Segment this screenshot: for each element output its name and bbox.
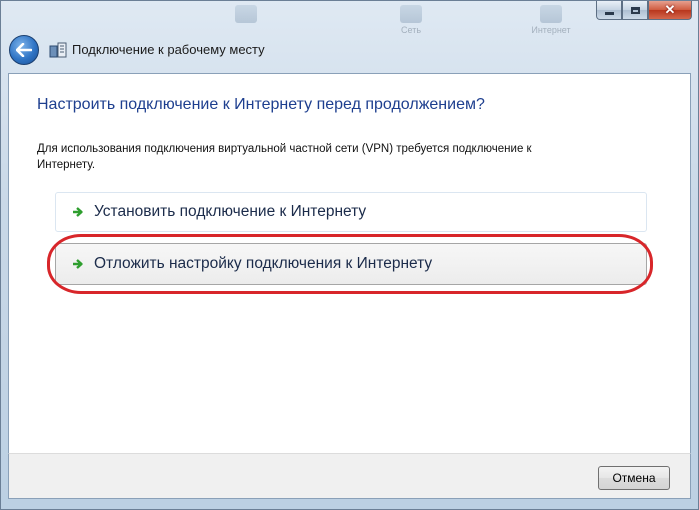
option-postpone-internet[interactable]: Отложить настройку подключения к Интерне… <box>55 243 647 285</box>
desktop-ghost-network: Сеть <box>381 5 441 39</box>
cancel-button[interactable]: Отмена <box>598 466 670 490</box>
desktop-ghost-internet: Интернет <box>516 5 586 39</box>
window-title: Подключение к рабочему месту <box>72 42 265 57</box>
close-button[interactable]: ✕ <box>648 1 692 20</box>
desktop-ghost-icon <box>206 5 286 39</box>
wizard-content: Настроить подключение к Интернету перед … <box>8 73 691 499</box>
wizard-footer: Отмена <box>8 453 691 499</box>
ghost-label-internet: Интернет <box>531 25 571 35</box>
ghost-label-network: Сеть <box>400 25 422 35</box>
option-set-up-internet[interactable]: Установить подключение к Интернету <box>55 192 647 232</box>
back-arrow-icon <box>16 43 32 57</box>
minimize-button[interactable] <box>596 1 622 20</box>
option-label: Установить подключение к Интернету <box>94 203 367 220</box>
green-arrow-icon <box>73 259 83 269</box>
maximize-icon <box>630 6 640 14</box>
page-title: Настроить подключение к Интернету перед … <box>37 96 485 113</box>
network-wizard-icon <box>49 42 67 58</box>
green-arrow-icon <box>73 207 83 217</box>
maximize-button[interactable] <box>622 1 648 20</box>
option-label: Отложить настройку подключения к Интерне… <box>94 255 433 272</box>
caption-buttons: ✕ <box>596 1 692 20</box>
window-frame: Сеть Интернет ✕ Подключение к рабочему м… <box>0 0 699 510</box>
description-text: Для использования подключения виртуально… <box>37 143 532 171</box>
back-button[interactable] <box>9 35 39 65</box>
close-icon: ✕ <box>664 2 676 17</box>
minimize-icon <box>604 11 614 15</box>
